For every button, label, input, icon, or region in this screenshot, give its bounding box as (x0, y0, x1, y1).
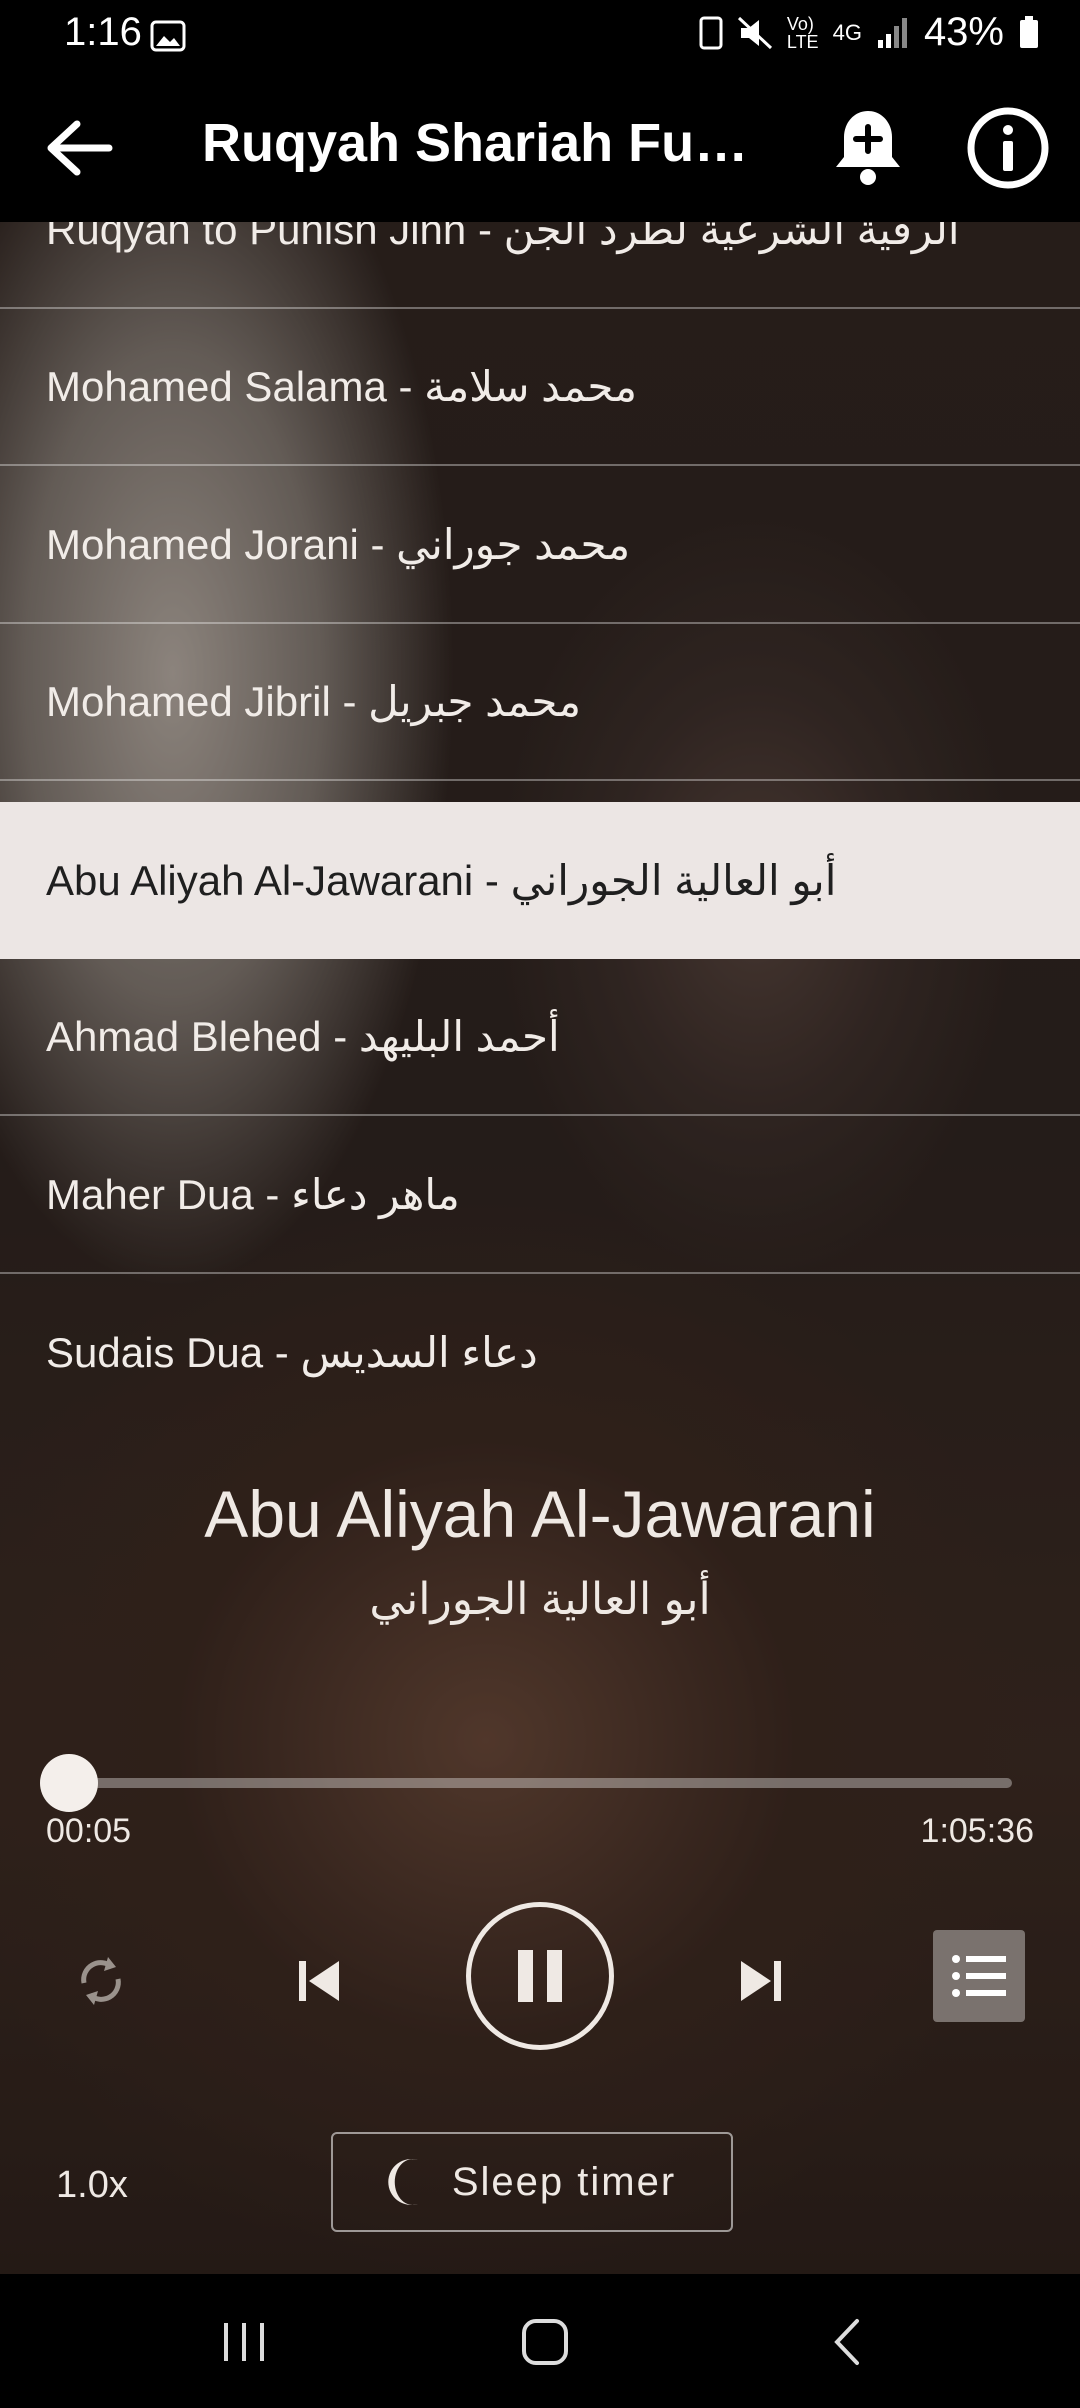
add-alarm-button[interactable] (820, 100, 916, 196)
track-name-en: Mohamed Jorani (46, 520, 359, 568)
now-playing-title: Abu Aliyah Al-Jawarani (204, 1477, 876, 1551)
page-title: Ruqyah Shariah Full... (202, 113, 762, 173)
next-button[interactable] (716, 1936, 806, 2026)
next-icon (741, 1961, 781, 2001)
info-button[interactable] (960, 100, 1056, 196)
sleep-timer-label: Sleep timer (451, 2159, 677, 2204)
battery-icon (1020, 15, 1038, 48)
system-nav-bar (0, 2274, 1080, 2408)
gallery-icon (150, 20, 186, 52)
previous-button[interactable] (274, 1936, 364, 2026)
track-name-ar: أحمد البليهد (358, 1013, 560, 1060)
add-alarm-icon (836, 111, 900, 185)
home-icon (522, 2319, 568, 2365)
total-time: 1:05:36 (920, 1812, 1034, 1850)
back-arrow-icon (47, 120, 113, 176)
list-item[interactable]: Mohamed Jorani - محمد جوراني (0, 467, 1080, 624)
sleep-timer-button[interactable]: Sleep timer (331, 2132, 733, 2232)
sim-icon (699, 16, 723, 49)
battery-percent: 43% (923, 10, 1004, 54)
previous-icon (299, 1961, 339, 2001)
home-button[interactable] (500, 2304, 590, 2380)
track-name-ar: ماهر دعاء (291, 1171, 460, 1218)
player-background: Ruqyah to Punish Jinn - الرقية الشرعية ل… (0, 222, 1080, 2274)
list-item[interactable]: Ahmad Blehed - أحمد البليهد (0, 959, 1080, 1116)
list-item[interactable]: Mohamed Jibril - محمد جبريل (0, 624, 1080, 781)
repeat-button[interactable] (56, 1936, 146, 2026)
track-name-ar: محمد جبريل (368, 678, 582, 725)
track-name-en: Mohamed Salama (46, 362, 387, 410)
seek-handle[interactable] (40, 1754, 99, 1812)
info-icon (967, 107, 1049, 189)
track-name-ar: دعاء السديس (300, 1329, 538, 1376)
play-pause-button[interactable] (466, 1902, 614, 2050)
track-name-en: Sudais Dua (46, 1328, 264, 1376)
seek-bar[interactable] (40, 1754, 1012, 1812)
track-name-en: Ruqyah to Punish Jinn (46, 222, 467, 253)
mute-icon (737, 16, 772, 49)
list-item[interactable]: Maher Dua - ماهر دعاء (0, 1117, 1080, 1274)
playlist-button[interactable] (933, 1930, 1025, 2022)
back-nav-button[interactable] (802, 2304, 892, 2380)
track-name-ar: محمد جوراني (396, 521, 631, 568)
network-type: 4G (832, 19, 862, 45)
list-item[interactable]: Sudais Dua - دعاء السديس (0, 1274, 1080, 1431)
track-name-en: Ahmad Blehed (46, 1012, 322, 1060)
back-button[interactable] (30, 100, 126, 196)
track-name-en: Mohamed Jibril (46, 677, 331, 725)
now-playing-subtitle: أبو العالية الجوراني (369, 1575, 711, 1624)
list-item-active[interactable]: Abu Aliyah Al-Jawarani - أبو العالية الج… (0, 802, 1080, 959)
track-name-ar: الرقية الشرعية لطرد الجن (503, 222, 960, 253)
track-name-en: Abu Aliyah Al-Jawarani (46, 856, 474, 904)
moon-icon (388, 2159, 418, 2205)
track-name-en: Maher Dua (46, 1170, 254, 1218)
elapsed-time: 00:05 (46, 1812, 132, 1850)
status-icons: Vo) LTE 4G 43% (699, 10, 1040, 55)
speed-button[interactable]: 1.0x (56, 2164, 128, 2207)
track-name-ar: أبو العالية الجوراني (510, 857, 837, 904)
track-name-ar: محمد سلامة (424, 363, 638, 410)
list-item[interactable]: Ruqyah to Punish Jinn - الرقية الشرعية ل… (0, 222, 1080, 309)
repeat-icon (81, 1957, 121, 2005)
list-item[interactable]: Mohamed Salama - محمد سلامة (0, 309, 1080, 466)
status-time: 1:16 (64, 10, 142, 54)
back-chevron-icon (834, 2319, 859, 2365)
volte-icon: Vo) LTE (786, 13, 819, 52)
playlist-icon (952, 1955, 1006, 1997)
recents-icon (224, 2323, 264, 2361)
recents-button[interactable] (200, 2304, 290, 2380)
pause-icon (518, 1950, 562, 2002)
app-bar: Ruqyah Shariah Full... (0, 72, 1080, 222)
signal-icon (877, 17, 907, 48)
status-bar: 1:16 Vo) LTE 4G 43% (0, 0, 1080, 72)
